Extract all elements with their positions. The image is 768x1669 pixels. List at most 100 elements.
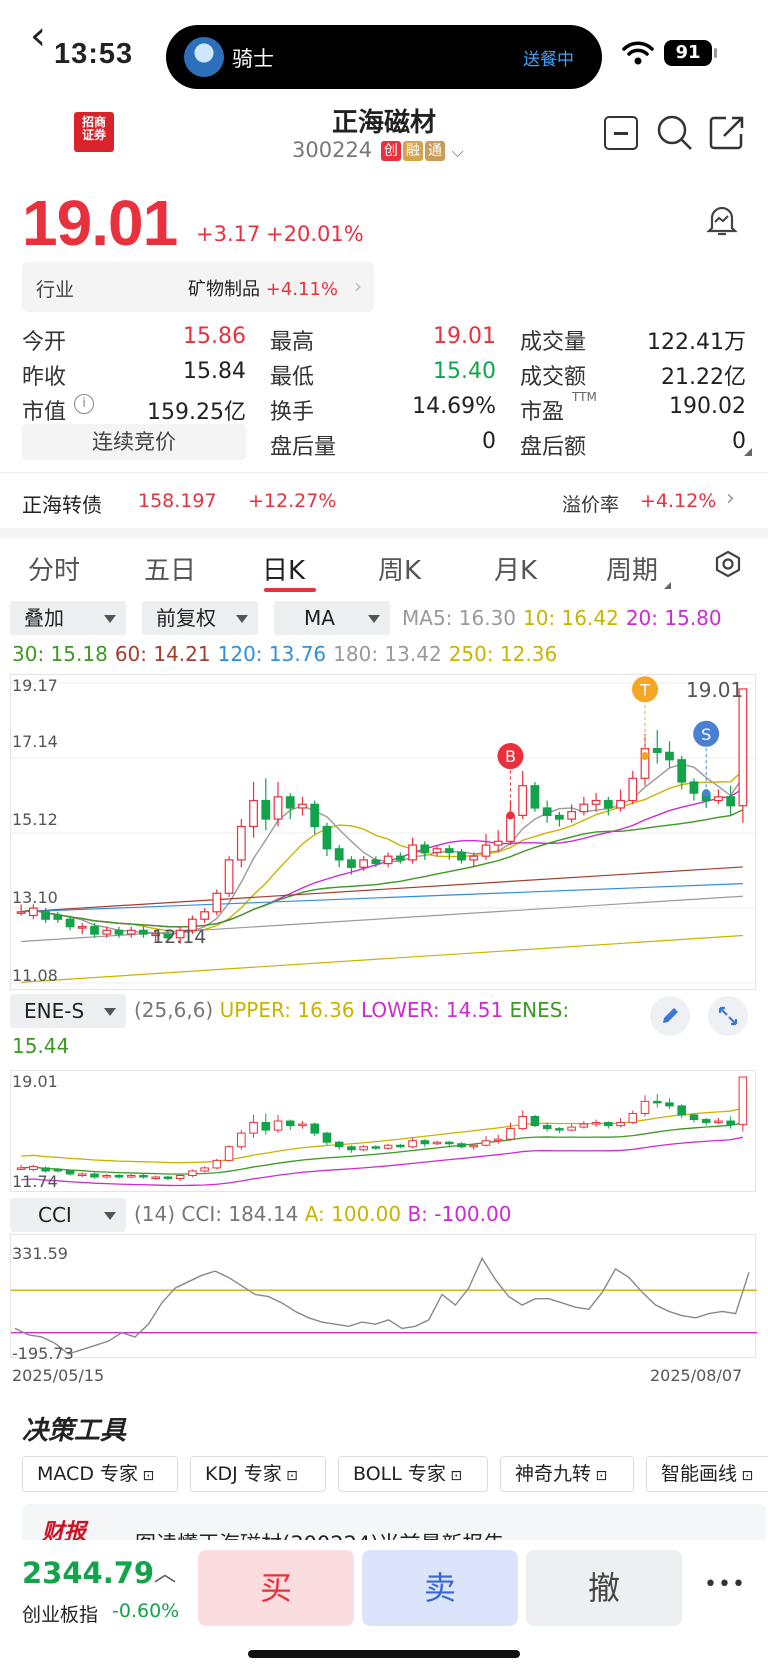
candle-body bbox=[28, 907, 38, 917]
ma-legend-item: 60: 14.21 bbox=[114, 642, 211, 666]
fullscreen-expand-icon[interactable] bbox=[708, 996, 748, 1036]
convertible-bond-row[interactable]: 正海转债 158.197 +12.27% 溢价率 +4.12% › bbox=[0, 472, 768, 528]
ene-candle-body bbox=[420, 1140, 430, 1145]
marker-B-text: B bbox=[505, 747, 516, 766]
ene-candle-body bbox=[126, 1175, 136, 1178]
candle-body bbox=[53, 914, 63, 920]
ene-candle-body bbox=[200, 1167, 209, 1172]
cci-chart bbox=[11, 1256, 757, 1355]
ma20-line bbox=[21, 788, 744, 928]
bond-name: 正海转债 bbox=[22, 493, 102, 517]
candle-body bbox=[481, 844, 491, 857]
tool-chip[interactable]: 神奇九转 ⊡ bbox=[500, 1456, 634, 1492]
ene-candle-body bbox=[738, 1076, 748, 1126]
stock-code: 300224 bbox=[292, 138, 373, 162]
chevron-right-icon: › bbox=[726, 486, 735, 511]
ene-candle-body bbox=[726, 1120, 735, 1126]
price-alert-bell-icon[interactable] bbox=[706, 204, 738, 238]
ene-candle-body bbox=[224, 1146, 234, 1161]
candle-body bbox=[310, 803, 320, 828]
tool-chip[interactable]: MACD 专家 ⊡ bbox=[22, 1456, 178, 1492]
ene-candle-body bbox=[579, 1123, 589, 1128]
tab-1[interactable]: 五日 bbox=[144, 550, 196, 587]
stat-label: 换手 bbox=[270, 400, 315, 425]
tool-chip[interactable]: BOLL 专家 ⊡ bbox=[338, 1456, 488, 1492]
ma-long-line bbox=[21, 866, 743, 913]
date-start: 2025/05/15 bbox=[12, 1366, 105, 1385]
candle-body bbox=[567, 811, 577, 820]
kline-chart-panel[interactable]: B T S bbox=[10, 674, 757, 990]
adjust-dropdown[interactable]: 前复权 bbox=[142, 601, 258, 635]
stat-label: 最高 bbox=[270, 330, 315, 355]
lock-icon: ⊡ bbox=[281, 1468, 298, 1484]
candle-body bbox=[200, 911, 210, 920]
settings-gear-icon[interactable] bbox=[714, 550, 742, 578]
stat-value: 15.40 bbox=[433, 359, 496, 384]
ene-candle-body bbox=[604, 1122, 613, 1127]
edit-pencil-icon[interactable] bbox=[650, 996, 690, 1036]
buy-button[interactable]: 买 bbox=[198, 1550, 354, 1626]
ene-chart-panel[interactable] bbox=[10, 1070, 756, 1192]
tag-rong: 融 bbox=[402, 141, 423, 161]
ma-legend-item: MA5: 16.30 bbox=[402, 606, 517, 630]
ma-legend-line2: 30: 15.18 60: 14.21 120: 13.76 180: 13.42 25… bbox=[12, 642, 564, 666]
ene-candle-body bbox=[298, 1123, 307, 1127]
candle-body bbox=[665, 751, 674, 761]
active-tab-indicator bbox=[264, 588, 316, 592]
stat-value: 0 bbox=[482, 429, 496, 454]
ene-candle-body bbox=[665, 1102, 674, 1107]
cci-chart-panel[interactable] bbox=[10, 1234, 757, 1358]
stock-code-row[interactable]: 300224 创融通 ⌵ bbox=[292, 138, 464, 162]
back-chevron-icon[interactable]: ‹ bbox=[30, 16, 46, 56]
indicator-dropdown[interactable]: MA bbox=[274, 601, 390, 635]
stat-value: 15.86 bbox=[183, 324, 246, 349]
y-label-3: 15.12 bbox=[12, 810, 58, 829]
ene-candle-body bbox=[591, 1122, 601, 1125]
overlay-dropdown[interactable]: 叠加 bbox=[10, 601, 126, 635]
ene-candle-body bbox=[493, 1138, 503, 1142]
candle-body bbox=[616, 799, 625, 809]
candle-body bbox=[347, 859, 356, 868]
current-price: 19.01 bbox=[22, 187, 178, 259]
industry-label: 行业 bbox=[36, 279, 75, 301]
info-icon[interactable]: i bbox=[74, 394, 94, 414]
expand-corner-icon[interactable] bbox=[744, 448, 752, 456]
tab-3[interactable]: 周K bbox=[378, 550, 421, 587]
candle-body bbox=[542, 807, 552, 816]
candle-body bbox=[457, 851, 466, 861]
index-change: -0.60% bbox=[112, 1600, 180, 1622]
y-label-2: 17.14 bbox=[12, 732, 58, 751]
candle-body bbox=[677, 759, 687, 783]
share-icon[interactable] bbox=[708, 114, 746, 152]
more-menu-icon[interactable]: ••• bbox=[704, 1572, 746, 1597]
live-activity-island[interactable]: 骑士 送餐中 bbox=[166, 25, 602, 89]
ene-candle-body bbox=[139, 1175, 148, 1178]
ene-candle-body bbox=[29, 1165, 38, 1170]
rider-label: 骑士 bbox=[232, 47, 274, 71]
period-corner-icon bbox=[664, 582, 671, 589]
status-time: 13:53 bbox=[54, 38, 134, 70]
cci-indicator-dropdown[interactable]: CCI bbox=[10, 1198, 126, 1232]
cancel-order-button[interactable]: 撤 bbox=[526, 1550, 682, 1626]
remove-watchlist-icon[interactable] bbox=[604, 116, 638, 150]
ene-candle-body bbox=[628, 1112, 638, 1124]
index-value[interactable]: 2344.79 bbox=[22, 1556, 154, 1590]
candle-body bbox=[114, 929, 124, 935]
tool-chip-label: MACD 专家 bbox=[37, 1463, 138, 1485]
tab-4[interactable]: 月K bbox=[494, 550, 537, 587]
chevron-up-icon[interactable]: ︿ bbox=[154, 1556, 176, 1588]
tool-chip[interactable]: KDJ 专家 ⊡ bbox=[190, 1456, 326, 1492]
candle-body bbox=[518, 785, 528, 816]
search-icon[interactable] bbox=[656, 114, 694, 152]
marker-S-text: S bbox=[701, 725, 711, 744]
ene-indicator-dropdown[interactable]: ENE-S bbox=[10, 994, 126, 1028]
candle-body bbox=[249, 799, 258, 828]
tab-2[interactable]: 日K bbox=[262, 550, 305, 587]
sell-button[interactable]: 卖 bbox=[362, 1550, 518, 1626]
industry-bar[interactable]: 行业 矿物制品 +4.11% › bbox=[22, 262, 374, 312]
tab-0[interactable]: 分时 bbox=[28, 550, 80, 587]
ene-candle-body bbox=[285, 1120, 295, 1127]
tool-chip[interactable]: 智能画线 ⊡ bbox=[646, 1456, 768, 1492]
ene-candle-body bbox=[273, 1120, 283, 1131]
tab-5[interactable]: 周期 bbox=[606, 550, 658, 587]
